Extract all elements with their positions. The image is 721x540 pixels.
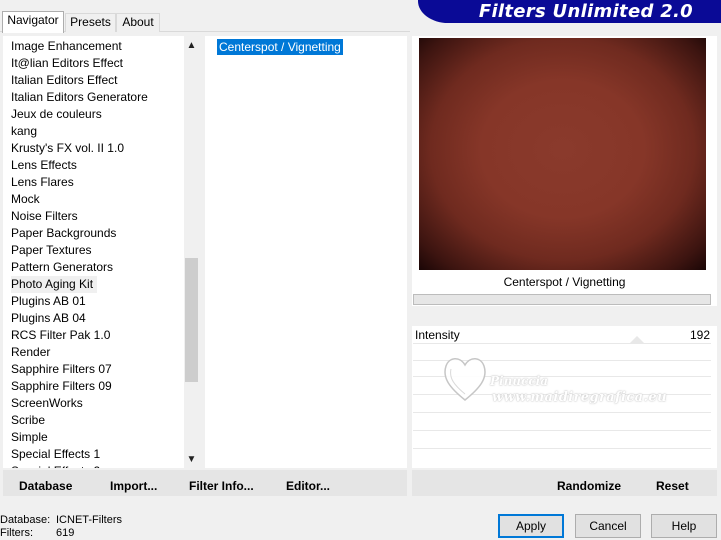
category-item[interactable]: Plugins AB 04 [11, 310, 86, 327]
category-item[interactable]: Special Effects 1 [11, 446, 100, 463]
preview-caption: Centerspot / Vignetting [503, 275, 626, 289]
watermark-url: www.maidiregrafica.eu [492, 390, 667, 405]
category-item[interactable]: Plugins AB 01 [11, 293, 86, 310]
control-slot [413, 430, 711, 431]
scroll-down-icon[interactable]: ▼ [184, 451, 199, 468]
category-item[interactable]: ScreenWorks [11, 395, 83, 412]
category-item[interactable]: Photo Aging Kit [11, 276, 98, 293]
category-item[interactable]: Italian Editors Generatore [11, 89, 148, 106]
category-item[interactable]: Special Effects 2 [11, 463, 100, 468]
category-item[interactable]: RCS Filter Pak 1.0 [11, 327, 110, 344]
filters-count-value: 619 [56, 527, 75, 539]
category-item[interactable]: Simple [11, 429, 48, 446]
category-item[interactable]: Sapphire Filters 07 [11, 361, 112, 378]
reset-button[interactable]: Reset [656, 479, 689, 493]
category-item[interactable]: Sapphire Filters 09 [11, 378, 112, 395]
filter-info-button[interactable]: Filter Info... [189, 479, 254, 493]
heart-icon [444, 358, 486, 401]
filter-item[interactable]: Centerspot / Vignetting [217, 39, 343, 55]
preview-image [419, 38, 706, 270]
intensity-slider-track[interactable] [413, 343, 711, 344]
category-item[interactable]: Pattern Generators [11, 259, 113, 276]
control-slot [413, 412, 711, 413]
import-button[interactable]: Import... [110, 479, 157, 493]
category-item[interactable]: kang [11, 123, 37, 140]
category-item[interactable]: Scribe [11, 412, 45, 429]
category-item[interactable]: Jeux de couleurs [11, 106, 102, 123]
category-item[interactable]: Image Enhancement [11, 38, 122, 55]
intensity-slider-handle[interactable] [630, 336, 644, 343]
help-button[interactable]: Help [651, 514, 717, 538]
category-item[interactable]: Paper Backgrounds [11, 225, 116, 242]
tab-presets[interactable]: Presets [65, 13, 116, 32]
cancel-button[interactable]: Cancel [575, 514, 641, 538]
filters-count-label: Filters: [0, 527, 33, 539]
tab-about[interactable]: About [116, 13, 160, 32]
control-band [412, 306, 717, 326]
category-item[interactable]: Lens Flares [11, 174, 74, 191]
watermark-name: Pinuccia [490, 374, 548, 388]
intensity-label: Intensity [415, 328, 460, 342]
category-item[interactable]: Render [11, 344, 50, 361]
category-item[interactable]: Paper Textures [11, 242, 92, 259]
category-item[interactable]: Italian Editors Effect [11, 72, 118, 89]
apply-button[interactable]: Apply [498, 514, 564, 538]
scroll-up-icon[interactable]: ▲ [184, 37, 199, 54]
control-slot [413, 448, 711, 449]
category-item[interactable]: Lens Effects [11, 157, 77, 174]
category-item[interactable]: It@lian Editors Effect [11, 55, 123, 72]
filter-list[interactable]: Centerspot / Vignetting [205, 36, 407, 468]
database-status-value: ICNET-Filters [56, 514, 122, 526]
progress-bar [413, 294, 711, 305]
tab-navigator[interactable]: Navigator [2, 11, 64, 33]
editor-button[interactable]: Editor... [286, 479, 330, 493]
intensity-value[interactable]: 192 [672, 328, 710, 342]
category-item[interactable]: Noise Filters [11, 208, 78, 225]
category-list[interactable]: Image Enhancement It@lian Editors Effect I… [3, 36, 199, 468]
category-item[interactable]: Krusty's FX vol. II 1.0 [11, 140, 124, 157]
database-button[interactable]: Database [19, 479, 72, 493]
app-banner: Filters Unlimited 2.0 [418, 0, 721, 23]
randomize-button[interactable]: Randomize [557, 479, 621, 493]
category-item[interactable]: Mock [11, 191, 40, 208]
category-scrollbar[interactable]: ▲ ▼ [184, 36, 199, 468]
scroll-thumb[interactable] [185, 258, 198, 382]
database-status-label: Database: [0, 514, 51, 526]
